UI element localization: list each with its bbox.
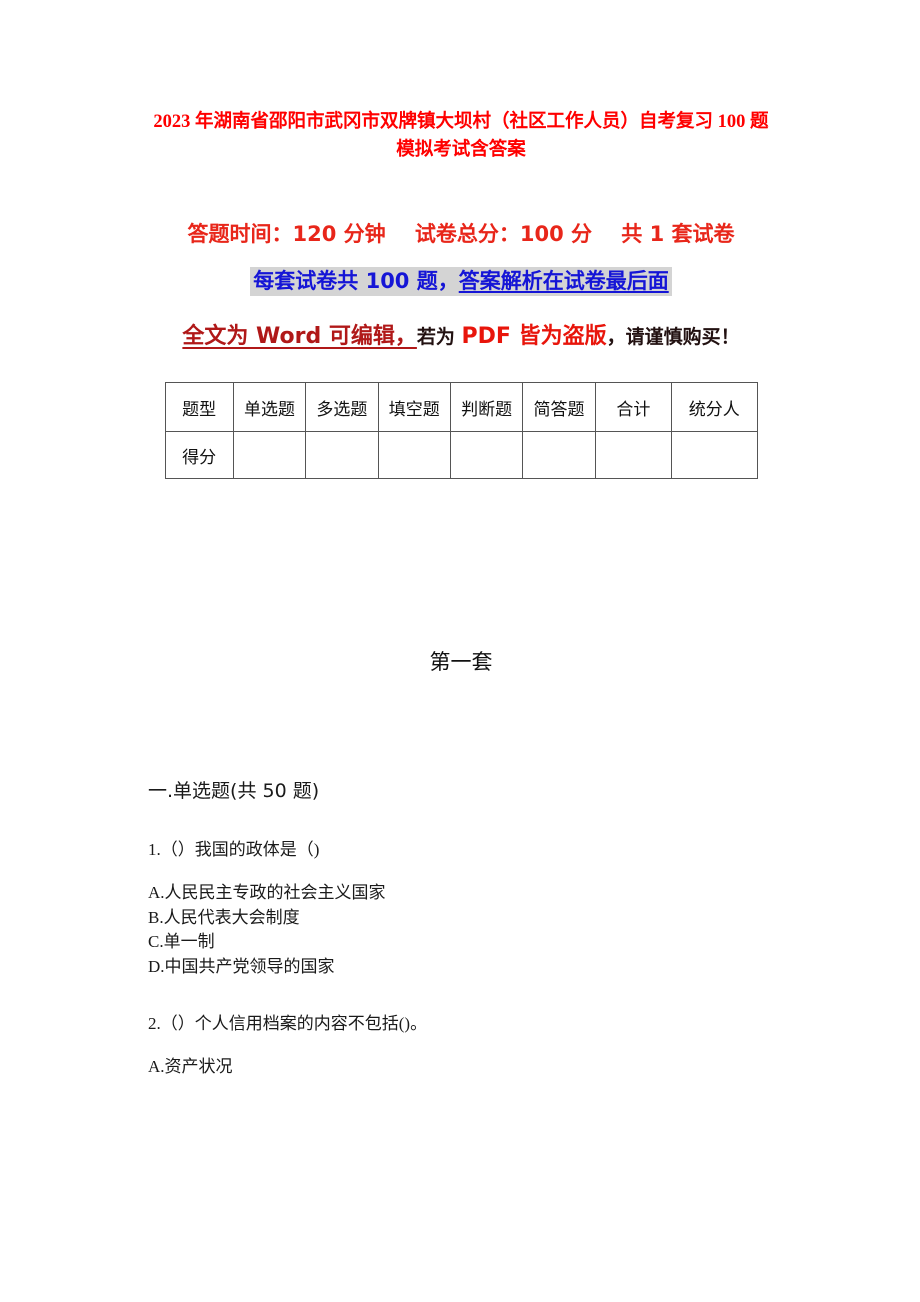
answers-location-highlight: 每套试卷共 100 题，答案解析在试卷最后面 [250,267,672,296]
score-table-container: 题型 单选题 多选题 填空题 判断题 简答题 合计 统分人 得分 [145,356,777,479]
format-warning-if-it-is: 若为 [416,326,462,348]
score-cell[interactable] [522,431,596,479]
exam-info-line-format-warning: 全文为 Word 可编辑，若为 PDF 皆为盗版，请谨慎购买！ [145,296,777,356]
score-cell[interactable] [594,431,673,479]
option-item[interactable]: C.单一制 [148,930,777,955]
score-table-header-cell: 判断题 [449,382,524,432]
question-stem: 2.（）个人信用档案的内容不包括()。 [148,1014,428,1033]
score-cell[interactable] [671,431,758,479]
option-item[interactable]: A.资产状况 [148,1055,777,1080]
score-table-header-cell: 统分人 [671,382,758,432]
score-table-header-cell: 题型 [164,382,234,432]
score-table-header-cell: 多选题 [305,382,379,432]
exam-info-line-answers-location: 每套试卷共 100 题，答案解析在试卷最后面 [145,249,777,296]
exam-info-line-duration-score-sets: 答题时间：120 分钟 试卷总分：100 分 共 1 套试卷 [187,222,735,246]
score-table-header-row: 题型 单选题 多选题 填空题 判断题 简答题 合计 统分人 [164,382,758,432]
option-item[interactable]: B.人民代表大会制度 [148,906,777,931]
set-heading: 第一套 [429,650,493,674]
question-item: 1.（）我国的政体是（) A.人民民主专政的社会主义国家 B.人民代表大会制度 … [145,805,777,979]
option-item[interactable]: A.人民民主专政的社会主义国家 [148,881,777,906]
score-table: 题型 单选题 多选题 填空题 判断题 简答题 合计 统分人 得分 [164,382,758,479]
score-table-header-cell: 填空题 [377,382,451,432]
section-heading-single-choice: 一.单选题(共 50 题) [148,780,320,802]
answers-location-plain-text: 每套试卷共 100 题， [253,269,459,293]
score-row-label: 得分 [164,431,234,479]
format-warning-word-editable: 全文为 Word 可编辑， [182,324,417,349]
score-table-header-cell: 合计 [594,382,673,432]
document-page: 2023 年湖南省邵阳市武冈市双牌镇大坝村（社区工作人员）自考复习 100 题模… [0,0,920,1302]
page-content: 2023 年湖南省邵阳市武冈市双牌镇大坝村（社区工作人员）自考复习 100 题模… [145,0,777,1080]
score-table-header-cell: 简答题 [522,382,596,432]
score-cell[interactable] [305,431,379,479]
question-options: A.人民民主专政的社会主义国家 B.人民代表大会制度 C.单一制 D.中国共产党… [145,863,777,979]
score-table-row: 得分 [164,431,758,479]
format-warning-pdf-pirated: PDF 皆为盗版 [461,324,607,349]
option-item[interactable]: D.中国共产党领导的国家 [148,955,777,980]
score-table-header-cell: 单选题 [232,382,307,432]
format-warning-buy-carefully: ，请谨慎购买！ [606,326,740,348]
score-cell[interactable] [449,431,524,479]
score-cell[interactable] [377,431,451,479]
question-options: A.资产状况 [145,1037,777,1080]
question-stem: 1.（）我国的政体是（) [148,840,320,859]
score-cell[interactable] [232,431,307,479]
answers-location-underlined-text: 答案解析在试卷最后面 [458,269,669,293]
question-item: 2.（）个人信用档案的内容不包括()。 A.资产状况 [145,979,777,1080]
document-title: 2023 年湖南省邵阳市武冈市双牌镇大坝村（社区工作人员）自考复习 100 题模… [153,112,769,160]
